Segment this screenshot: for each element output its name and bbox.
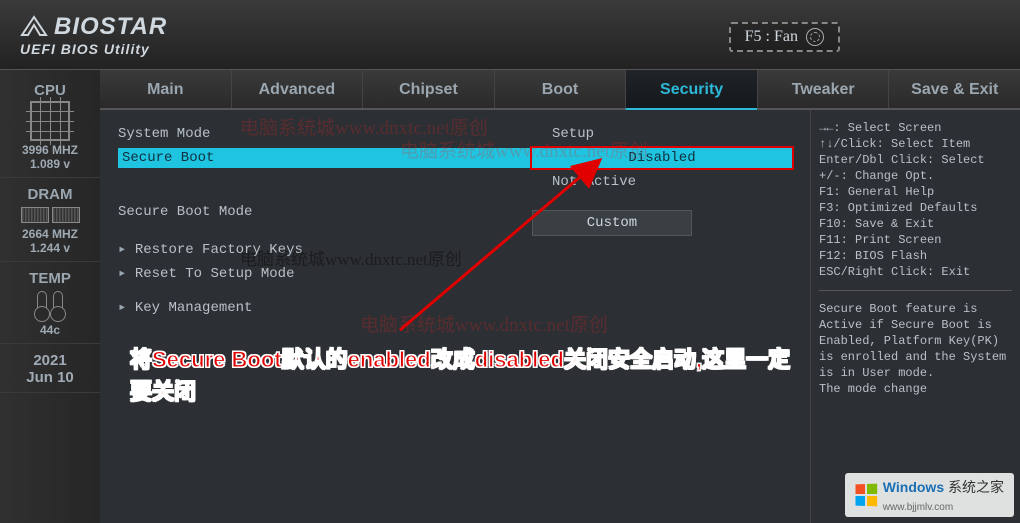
help-separator <box>819 290 1012 291</box>
site-brand: Windows <box>883 479 944 495</box>
row-secure-boot-status: Not Active <box>110 170 800 194</box>
tab-save-exit[interactable]: Save & Exit <box>888 70 1020 108</box>
site-url: www.bjjmlv.com <box>883 502 953 513</box>
annotation-text: 将Secure Boot默认的enabled改成disabled关闭安全启动,这… <box>130 342 810 406</box>
help-keys: →←: Select Screen ↑↓/Click: Select Item … <box>819 120 1012 280</box>
value-secure-boot-mode[interactable]: Custom <box>532 210 692 236</box>
sidebar-monthday: Jun 10 <box>0 369 100 386</box>
label-secure-boot-mode: Secure Boot Mode <box>118 202 252 236</box>
sidebar-temp-title: TEMP <box>0 270 100 287</box>
fan-icon <box>806 28 824 46</box>
row-secure-boot-mode[interactable]: Secure Boot Mode Custom <box>110 200 800 238</box>
header-left: System Mode <box>118 124 210 144</box>
sidebar-temp-value: 44c <box>0 323 100 337</box>
sidebar-dram-freq: 2664 MHZ <box>0 227 100 241</box>
brand-block: BIOSTAR UEFI BIOS Utility <box>20 13 167 57</box>
tab-security[interactable]: Security <box>625 70 757 110</box>
tab-main[interactable]: Main <box>100 70 231 108</box>
brand-subtitle: UEFI BIOS Utility <box>20 41 167 57</box>
settings-panel: 电脑系统城www.dnxtc.net原创 电脑系统城www.dnxtc.net原… <box>100 110 810 523</box>
sidebar-cpu: CPU 3996 MHZ 1.089 v <box>0 76 100 178</box>
menu-restore-factory-keys[interactable]: Restore Factory Keys <box>110 238 800 262</box>
menu-key-management[interactable]: Key Management <box>110 296 800 320</box>
help-description: Secure Boot feature is Active if Secure … <box>819 301 1012 397</box>
main-area: Main Advanced Chipset Boot Security Twea… <box>100 70 1020 523</box>
tab-bar: Main Advanced Chipset Boot Security Twea… <box>100 70 1020 110</box>
tab-tweaker[interactable]: Tweaker <box>757 70 889 108</box>
tab-chipset[interactable]: Chipset <box>362 70 494 108</box>
thermometer-icon <box>0 291 100 319</box>
site-text: 系统之家 <box>948 479 1004 495</box>
header-right: Setup <box>532 124 792 144</box>
title-bar: BIOSTAR UEFI BIOS Utility F5 : Fan <box>0 0 1020 70</box>
sidebar-dram-volt: 1.244 v <box>0 241 100 255</box>
sidebar: CPU 3996 MHZ 1.089 v DRAM 2664 MHZ 1.244… <box>0 70 100 523</box>
ram-icon <box>0 207 100 223</box>
sidebar-dram-title: DRAM <box>0 186 100 203</box>
status-secure-boot: Not Active <box>532 172 792 192</box>
fan-hint[interactable]: F5 : Fan <box>729 22 840 52</box>
menu-reset-to-setup-mode[interactable]: Reset To Setup Mode <box>110 262 800 286</box>
sidebar-cpu-freq: 3996 MHZ <box>0 143 100 157</box>
label-secure-boot: Secure Boot <box>118 148 532 168</box>
sidebar-year: 2021 <box>0 352 100 369</box>
windows-logo-icon <box>855 484 877 507</box>
value-secure-boot[interactable]: Disabled <box>532 148 792 168</box>
help-panel: →←: Select Screen ↑↓/Click: Select Item … <box>810 110 1020 523</box>
tab-advanced[interactable]: Advanced <box>231 70 363 108</box>
tab-boot[interactable]: Boot <box>494 70 626 108</box>
sidebar-dram: DRAM 2664 MHZ 1.244 v <box>0 180 100 262</box>
brand-name: BIOSTAR <box>54 13 167 41</box>
header-row: System Mode Setup <box>110 122 800 146</box>
cpu-icon <box>30 101 70 141</box>
row-secure-boot[interactable]: Secure Boot Disabled <box>110 146 800 170</box>
sidebar-date: 2021 Jun 10 <box>0 346 100 393</box>
brand-logo-icon <box>20 15 48 39</box>
site-watermark: Windows 系统之家 www.bjjmlv.com <box>845 473 1014 517</box>
sidebar-temp: TEMP 44c <box>0 264 100 344</box>
fan-hint-label: F5 : Fan <box>745 28 798 46</box>
sidebar-cpu-volt: 1.089 v <box>0 157 100 171</box>
